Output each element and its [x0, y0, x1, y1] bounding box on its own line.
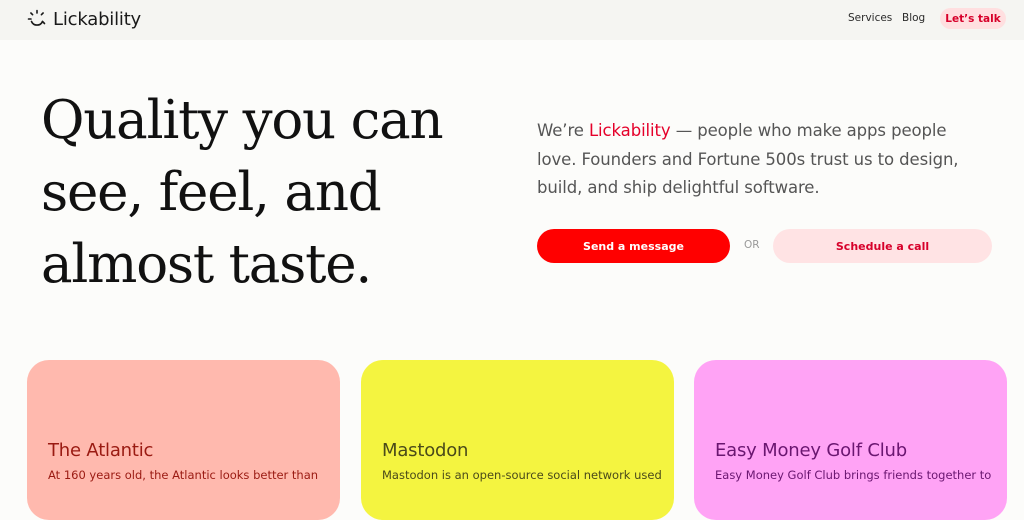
sun-smile-icon	[27, 9, 47, 29]
hero-heading: Quality you can see, feel, and almost ta…	[41, 85, 511, 301]
card-description: At 160 years old, the Atlantic looks bet…	[48, 468, 319, 482]
intro-brand-name: Lickability	[588, 121, 671, 140]
schedule-call-button[interactable]: Schedule a call	[773, 229, 992, 263]
intro-paragraph: We’re Lickability — people who make apps…	[537, 117, 987, 203]
logo-text: Lickability	[53, 8, 142, 30]
card-title: The Atlantic	[48, 440, 154, 461]
or-separator: OR	[744, 239, 760, 251]
case-study-card-easy-money-golf-club[interactable]: Easy Money Golf Club Easy Money Golf Clu…	[694, 360, 1007, 520]
card-title: Easy Money Golf Club	[715, 440, 907, 461]
case-study-card-mastodon[interactable]: Mastodon Mastodon is an open-source soci…	[361, 360, 674, 520]
case-study-card-atlantic[interactable]: The Atlantic At 160 years old, the Atlan…	[27, 360, 340, 520]
hero-heading-line-2: see, feel, and	[41, 162, 382, 223]
card-title: Mastodon	[382, 440, 469, 461]
nav-blog-link[interactable]: Blog	[902, 12, 925, 24]
lets-talk-button[interactable]: Let’s talk	[940, 8, 1006, 29]
hero-heading-line-1: Quality you can	[41, 90, 444, 151]
send-message-button[interactable]: Send a message	[537, 229, 730, 263]
nav-services-link[interactable]: Services	[848, 12, 892, 24]
logo-link[interactable]: Lickability	[27, 6, 141, 32]
intro-prefix: We’re	[537, 121, 589, 140]
card-description: Easy Money Golf Club brings friends toge…	[715, 468, 992, 482]
site-header: Lickability Services Blog Let’s talk	[0, 0, 1024, 40]
card-description: Mastodon is an open-source social networ…	[382, 468, 662, 482]
hero-heading-line-3: almost taste.	[41, 234, 372, 295]
